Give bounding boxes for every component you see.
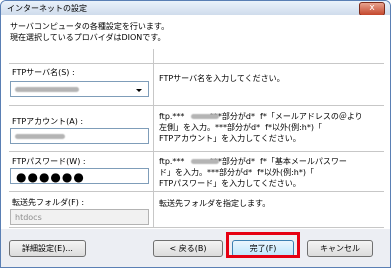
window-title: インターネットの設定 — [7, 4, 87, 13]
transfer-folder-field: htdocs — [10, 209, 149, 225]
password-value: ●●●●●● — [16, 170, 85, 184]
back-button[interactable]: < 戻る(B) — [153, 240, 223, 257]
close-button[interactable]: x — [359, 2, 385, 16]
cancel-button[interactable]: キャンセル — [307, 240, 373, 257]
title-bar[interactable]: インターネットの設定 x — [1, 1, 390, 16]
transfer-folder-label: 転送先フォルダ(F) : — [12, 198, 85, 207]
finish-highlight-box — [226, 232, 300, 258]
ftp-password-help: ftp.*** ***部分がd* f*「基本メールパスワー ド」を入力。***部… — [159, 157, 347, 188]
ftp-password-label: FTPパスワード(W) : — [12, 157, 86, 166]
redacted-value — [15, 134, 65, 139]
ftp-account-label: FTPアカウント(A) : — [12, 117, 84, 126]
separator — [9, 151, 384, 152]
details-button[interactable]: 詳細設定(E)... — [9, 240, 86, 257]
ftp-account-field[interactable] — [10, 128, 149, 144]
ftp-server-dropdown[interactable] — [10, 81, 149, 97]
transfer-folder-help: 転送先フォルダを指定します。 — [159, 199, 271, 208]
dialog-window: インターネットの設定 x サーバコンピュータの各種設定を行います。 現在選択して… — [0, 0, 391, 268]
separator — [9, 191, 384, 192]
separator — [9, 105, 384, 106]
ftp-server-help: FTPサーバ名を入力してください。 — [159, 74, 285, 83]
button-bar: 詳細設定(E)... < 戻る(B) 完了(F) キャンセル — [1, 229, 390, 267]
ftp-account-help: ftp.*** ***部分がd* f*「メールアドレスの＠より 左側」を入力。*… — [159, 112, 363, 143]
separator — [9, 63, 384, 64]
chevron-down-icon[interactable] — [136, 89, 142, 92]
ftp-server-label: FTPサーバ名(S) : — [12, 68, 75, 77]
redacted-value — [15, 87, 79, 92]
column-divider — [153, 49, 154, 227]
redacted-host — [191, 159, 219, 164]
separator — [9, 227, 384, 228]
redacted-host — [191, 114, 219, 119]
dialog-description: サーバコンピュータの各種設定を行います。 現在選択しているプロバイダはDIONで… — [10, 22, 170, 42]
ftp-password-field[interactable]: ●●●●●● — [10, 168, 149, 184]
